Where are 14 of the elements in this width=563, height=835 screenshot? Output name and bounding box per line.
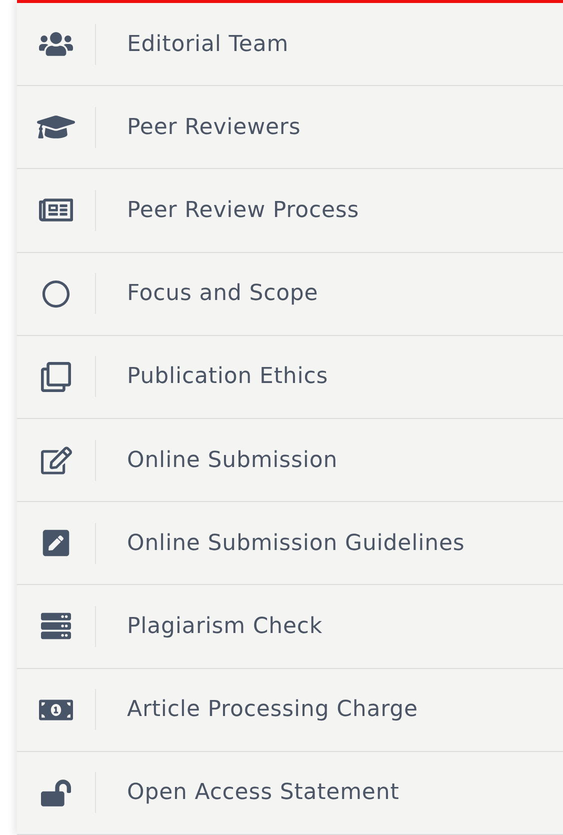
menu-item[interactable]: Peer Review Process	[17, 169, 563, 253]
menu-item[interactable]: Publication Ethics	[17, 336, 563, 419]
menu-item[interactable]: Article Processing Charge	[17, 668, 563, 752]
menu-item[interactable]: Plagiarism Check	[17, 585, 563, 668]
edit-icon	[40, 444, 72, 476]
menu-item[interactable]: Focus and Scope	[17, 252, 563, 336]
menu-item[interactable]: Online Submission	[17, 418, 563, 502]
menu-item[interactable]: Online Submission Guidelines	[17, 502, 563, 586]
server-icon	[41, 611, 71, 642]
open-padlock-icon	[41, 778, 71, 808]
menu-item[interactable]: Peer Reviewers	[17, 86, 563, 170]
menu-item[interactable]: Open Access Statement	[17, 752, 563, 835]
menu-item[interactable]: Editorial Team	[17, 3, 563, 86]
copy-icon	[41, 362, 71, 392]
